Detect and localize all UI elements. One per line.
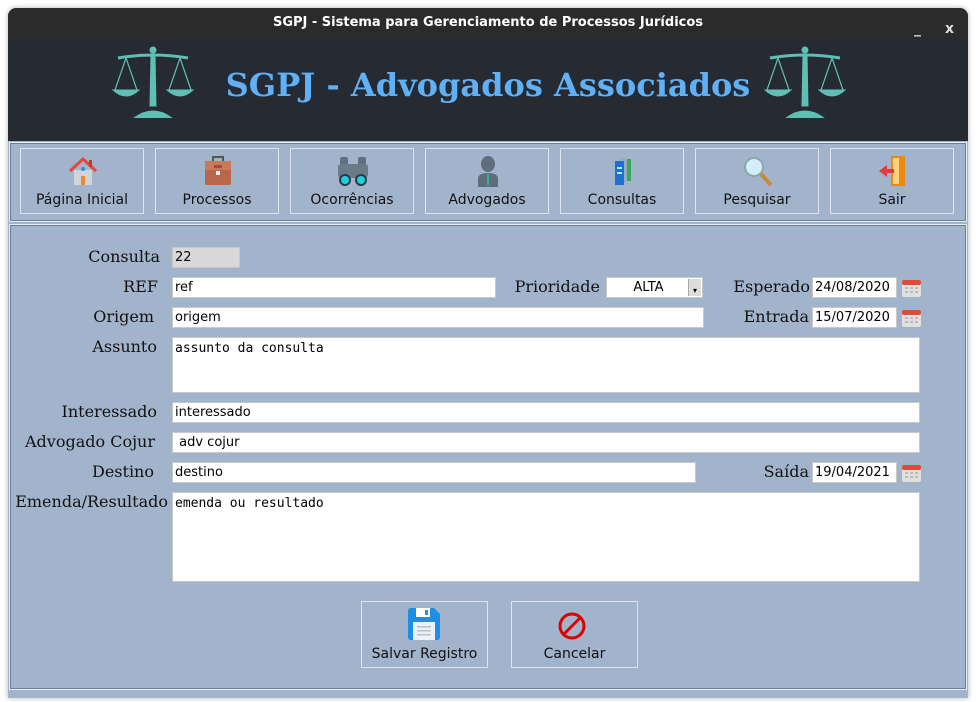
- emenda-resultado-label: Emenda/Resultado: [15, 492, 168, 511]
- prohibited-icon: [558, 612, 586, 640]
- toolbar-button-ocorrencias[interactable]: Ocorrências: [290, 148, 414, 214]
- saida-label: Saída: [763, 462, 809, 481]
- interessado-label: Interessado: [61, 402, 157, 421]
- consulta-field: 22: [172, 247, 240, 268]
- destino-input[interactable]: destino: [172, 462, 696, 483]
- advogado-cojur-label: Advogado Cojur: [25, 432, 155, 451]
- ref-label: REF: [123, 277, 158, 296]
- toolbar-button-processos[interactable]: Processos: [155, 148, 279, 214]
- toolbar-button-pesquisar[interactable]: Pesquisar: [695, 148, 819, 214]
- lawyer-icon: [478, 156, 498, 187]
- entrada-label: Entrada: [743, 307, 809, 326]
- origem-label: Origem: [93, 307, 154, 326]
- home-icon: [68, 156, 98, 185]
- binoculars-icon: [338, 157, 368, 186]
- calendar-icon[interactable]: [902, 278, 921, 297]
- chevron-down-icon: ▾: [688, 279, 701, 296]
- advogado-cojur-input[interactable]: adv cojur: [172, 432, 920, 453]
- assunto-label: Assunto: [92, 337, 157, 356]
- ref-input[interactable]: ref: [172, 277, 496, 298]
- toolbar-button-advogados[interactable]: Advogados: [425, 148, 549, 214]
- interessado-input[interactable]: interessado: [172, 402, 920, 423]
- prioridade-select[interactable]: ALTA ▾: [606, 277, 703, 298]
- exit-door-icon: [879, 156, 905, 186]
- floppy-disk-icon: [408, 608, 440, 640]
- assunto-textarea[interactable]: assunto da consulta: [172, 337, 920, 393]
- magnifier-icon: [744, 157, 773, 187]
- calendar-icon[interactable]: [902, 463, 921, 482]
- consulta-label: Consulta: [88, 247, 160, 266]
- emenda-resultado-textarea[interactable]: emenda ou resultado: [172, 492, 920, 582]
- calendar-icon[interactable]: [902, 308, 921, 327]
- save-record-button[interactable]: Salvar Registro: [361, 601, 488, 668]
- destino-label: Destino: [92, 462, 154, 481]
- toolbar-button-pagina-inicial[interactable]: Página Inicial: [20, 148, 144, 214]
- window-title: SGPJ - Sistema para Gerenciamento de Pro…: [272, 15, 704, 30]
- prioridade-label: Prioridade: [514, 277, 600, 296]
- toolbar: Página Inicial Processos Ocorrências Adv…: [9, 142, 967, 222]
- books-icon: [615, 158, 631, 185]
- toolbar-button-consultas[interactable]: Consultas: [560, 148, 684, 214]
- scales-of-justice-icon: [764, 46, 846, 118]
- consulta-form: Consulta 22 REF ref Prioridade ALTA ▾ Es…: [9, 224, 967, 690]
- app-header: SGPJ - Advogados Associados: [8, 40, 968, 141]
- title-bar: SGPJ - Sistema para Gerenciamento de Pro…: [8, 8, 968, 40]
- cancel-button[interactable]: Cancelar: [511, 601, 638, 668]
- briefcase-icon: [205, 156, 231, 185]
- entrada-date-input[interactable]: 15/07/2020: [812, 307, 897, 328]
- origem-input[interactable]: origem: [172, 307, 704, 328]
- esperado-label: Esperado: [733, 277, 810, 296]
- app-window: SGPJ - Sistema para Gerenciamento de Pro…: [8, 8, 968, 698]
- esperado-date-input[interactable]: 24/08/2020: [812, 277, 897, 298]
- toolbar-button-sair[interactable]: Sair: [830, 148, 954, 214]
- saida-date-input[interactable]: 19/04/2021: [812, 462, 897, 483]
